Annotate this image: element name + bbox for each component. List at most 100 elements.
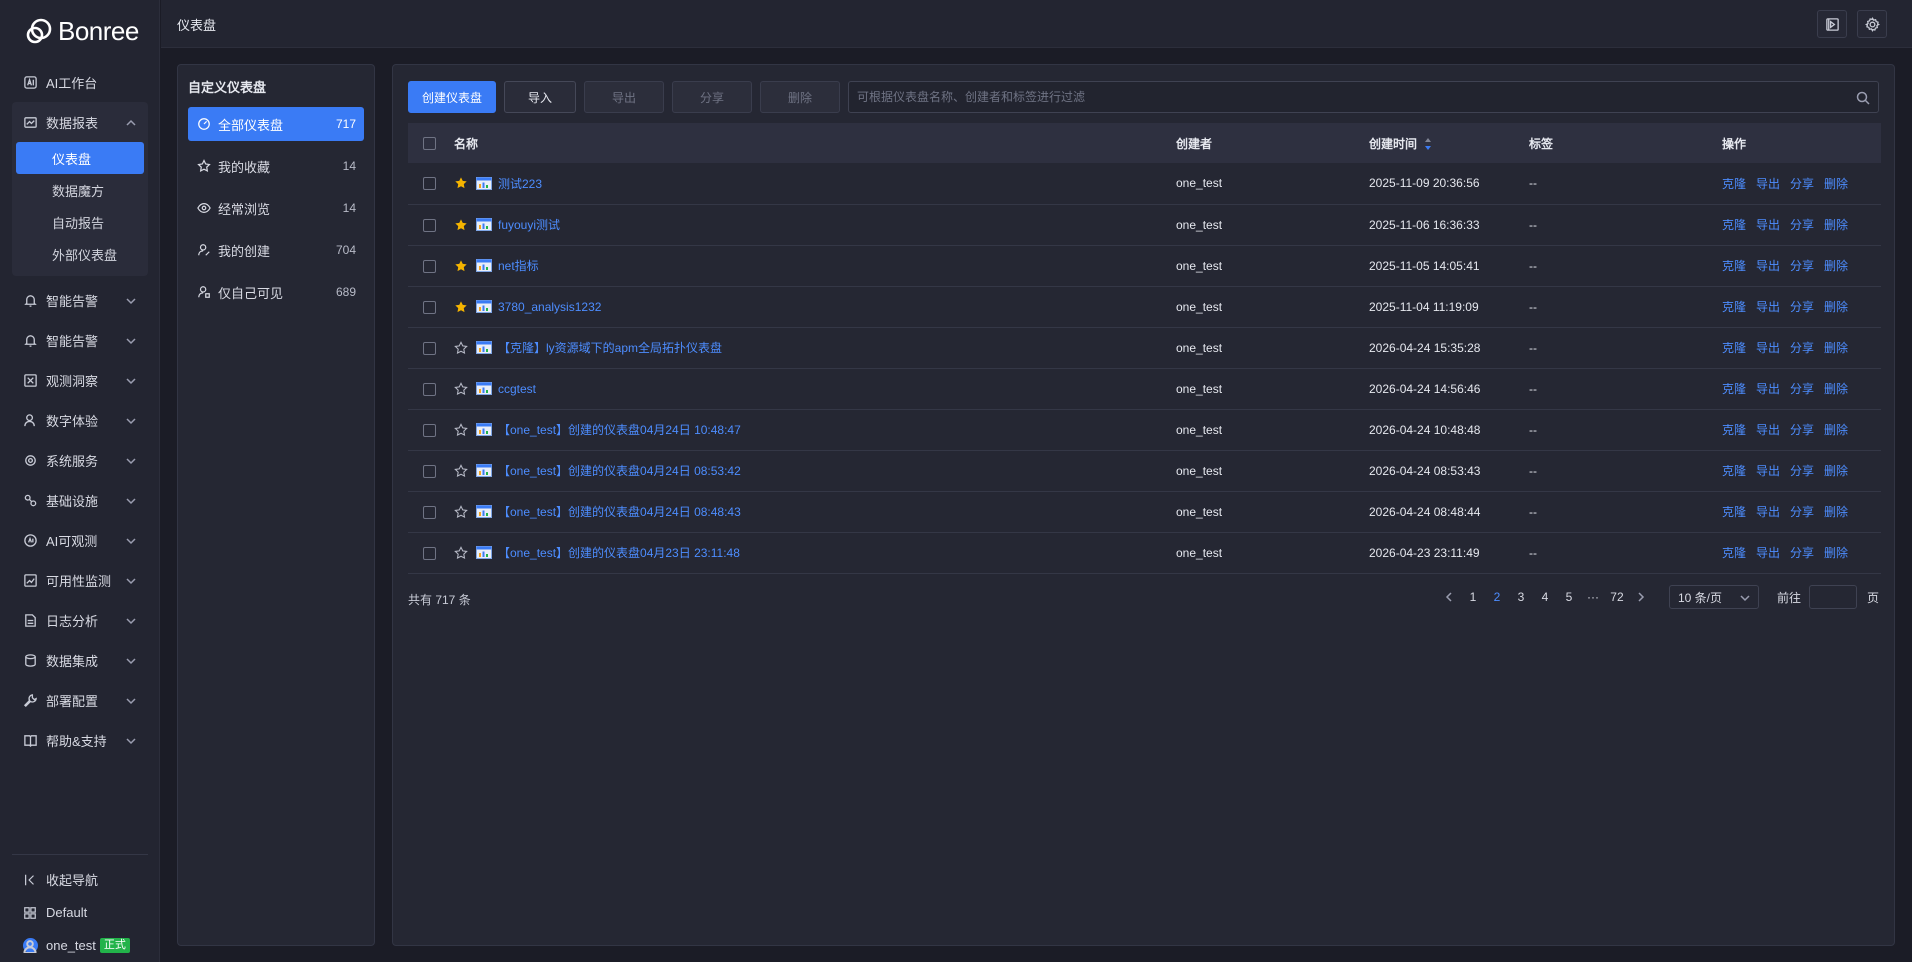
clone-action[interactable]: 克隆 [1722,380,1746,397]
star-outline-icon[interactable] [454,545,468,560]
nav-sub-item-external-dashboard[interactable]: 外部仪表盘 [16,238,144,270]
export-button[interactable]: 导出 [584,81,664,113]
delete-action[interactable]: 删除 [1824,339,1848,356]
clone-action[interactable]: 克隆 [1722,257,1746,274]
clone-action[interactable]: 克隆 [1722,421,1746,438]
delete-action[interactable]: 删除 [1824,216,1848,233]
nav-item-ai-observe[interactable]: AI可观测 [12,520,148,560]
export-action[interactable]: 导出 [1756,380,1780,397]
nav-sub-item-auto-report[interactable]: 自动报告 [16,206,144,238]
page-4[interactable]: 4 [1533,590,1557,604]
share-action[interactable]: 分享 [1790,339,1814,356]
page-last[interactable]: 72 [1605,590,1629,604]
star-filled-icon[interactable] [454,259,468,273]
share-button[interactable]: 分享 [672,81,752,113]
delete-action[interactable]: 删除 [1824,503,1848,520]
export-action[interactable]: 导出 [1756,298,1780,315]
export-action[interactable]: 导出 [1756,175,1780,192]
nav-item-availability[interactable]: 可用性监测 [12,560,148,600]
category-my-created[interactable]: 我的创建 704 [188,233,364,267]
row-checkbox[interactable] [423,218,436,232]
star-filled-icon[interactable] [454,176,468,190]
dashboard-name-link[interactable]: net指标 [498,257,539,274]
clone-action[interactable]: 克隆 [1722,339,1746,356]
fullscreen-button[interactable] [1817,10,1847,38]
export-action[interactable]: 导出 [1756,216,1780,233]
delete-action[interactable]: 删除 [1824,462,1848,479]
settings-button[interactable] [1857,10,1887,38]
dashboard-name-link[interactable]: 【one_test】创建的仪表盘04月23日 23:11:48 [498,544,740,561]
search-icon[interactable] [1856,91,1870,105]
dashboard-name-link[interactable]: 【one_test】创建的仪表盘04月24日 10:48:47 [498,421,741,438]
delete-action[interactable]: 删除 [1824,544,1848,561]
share-action[interactable]: 分享 [1790,257,1814,274]
page-size-select[interactable]: 10 条/页 [1668,585,1759,609]
next-page-button[interactable] [1629,592,1653,602]
delete-action[interactable]: 删除 [1824,298,1848,315]
search-input[interactable] [849,82,1878,112]
page-ellipsis[interactable]: ··· [1581,590,1605,604]
nav-item-reports[interactable]: 数据报表 [12,102,148,142]
export-action[interactable]: 导出 [1756,503,1780,520]
delete-action[interactable]: 删除 [1824,257,1848,274]
share-action[interactable]: 分享 [1790,503,1814,520]
prev-page-button[interactable] [1437,592,1461,602]
brand-logo[interactable]: Bonree [24,14,139,48]
collapse-nav-button[interactable]: 收起导航 [12,863,148,896]
nav-item-help[interactable]: 帮助&支持 [12,720,148,760]
export-action[interactable]: 导出 [1756,462,1780,479]
column-header-created[interactable]: 创建时间 [1369,123,1529,163]
create-dashboard-button[interactable]: 创建仪表盘 [408,81,496,113]
nav-sub-item-data-cube[interactable]: 数据魔方 [16,174,144,206]
export-action[interactable]: 导出 [1756,421,1780,438]
dashboard-name-link[interactable]: 测试223 [498,175,542,192]
share-action[interactable]: 分享 [1790,421,1814,438]
dashboard-name-link[interactable]: 【one_test】创建的仪表盘04月24日 08:48:43 [498,503,741,520]
nav-item-deploy-config[interactable]: 部署配置 [12,680,148,720]
share-action[interactable]: 分享 [1790,298,1814,315]
clone-action[interactable]: 克隆 [1722,462,1746,479]
export-action[interactable]: 导出 [1756,257,1780,274]
delete-action[interactable]: 删除 [1824,175,1848,192]
clone-action[interactable]: 克隆 [1722,175,1746,192]
row-checkbox[interactable] [423,464,436,478]
star-filled-icon[interactable] [454,218,468,232]
export-action[interactable]: 导出 [1756,339,1780,356]
row-checkbox[interactable] [423,177,436,191]
row-checkbox[interactable] [423,259,436,273]
clone-action[interactable]: 克隆 [1722,503,1746,520]
row-checkbox[interactable] [423,505,436,519]
select-all-checkbox[interactable] [423,137,436,151]
share-action[interactable]: 分享 [1790,462,1814,479]
category-private[interactable]: 仅自己可见 689 [188,275,364,309]
dashboard-name-link[interactable]: 【克隆】ly资源域下的apm全局拓扑仪表盘 [498,339,722,356]
row-checkbox[interactable] [423,300,436,314]
clone-action[interactable]: 克隆 [1722,544,1746,561]
row-checkbox[interactable] [423,546,436,560]
nav-item-ai-workbench[interactable]: AI工作台 [12,62,148,102]
star-outline-icon[interactable] [454,340,468,355]
dashboard-name-link[interactable]: 【one_test】创建的仪表盘04月24日 08:53:42 [498,462,741,479]
star-outline-icon[interactable] [454,463,468,478]
workspace-switcher[interactable]: Default [12,896,148,929]
nav-sub-item-dashboard[interactable]: 仪表盘 [16,142,144,174]
delete-button[interactable]: 删除 [760,81,840,113]
goto-page-input[interactable] [1808,585,1857,609]
star-filled-icon[interactable] [454,300,468,314]
user-menu[interactable]: one_test 正式 [12,929,148,962]
nav-item-digital-experience[interactable]: 数字体验 [12,400,148,440]
row-checkbox[interactable] [423,341,436,355]
export-action[interactable]: 导出 [1756,544,1780,561]
row-checkbox[interactable] [423,423,436,437]
delete-action[interactable]: 删除 [1824,380,1848,397]
clone-action[interactable]: 克隆 [1722,298,1746,315]
nav-item-infrastructure[interactable]: 基础设施 [12,480,148,520]
page-3[interactable]: 3 [1509,590,1533,604]
nav-item-smart-alert[interactable]: 智能告警 [12,280,148,320]
star-outline-icon[interactable] [454,504,468,519]
delete-action[interactable]: 删除 [1824,421,1848,438]
nav-item-data-integration[interactable]: 数据集成 [12,640,148,680]
category-favorites[interactable]: 我的收藏 14 [188,149,364,183]
share-action[interactable]: 分享 [1790,175,1814,192]
star-outline-icon[interactable] [454,381,468,396]
